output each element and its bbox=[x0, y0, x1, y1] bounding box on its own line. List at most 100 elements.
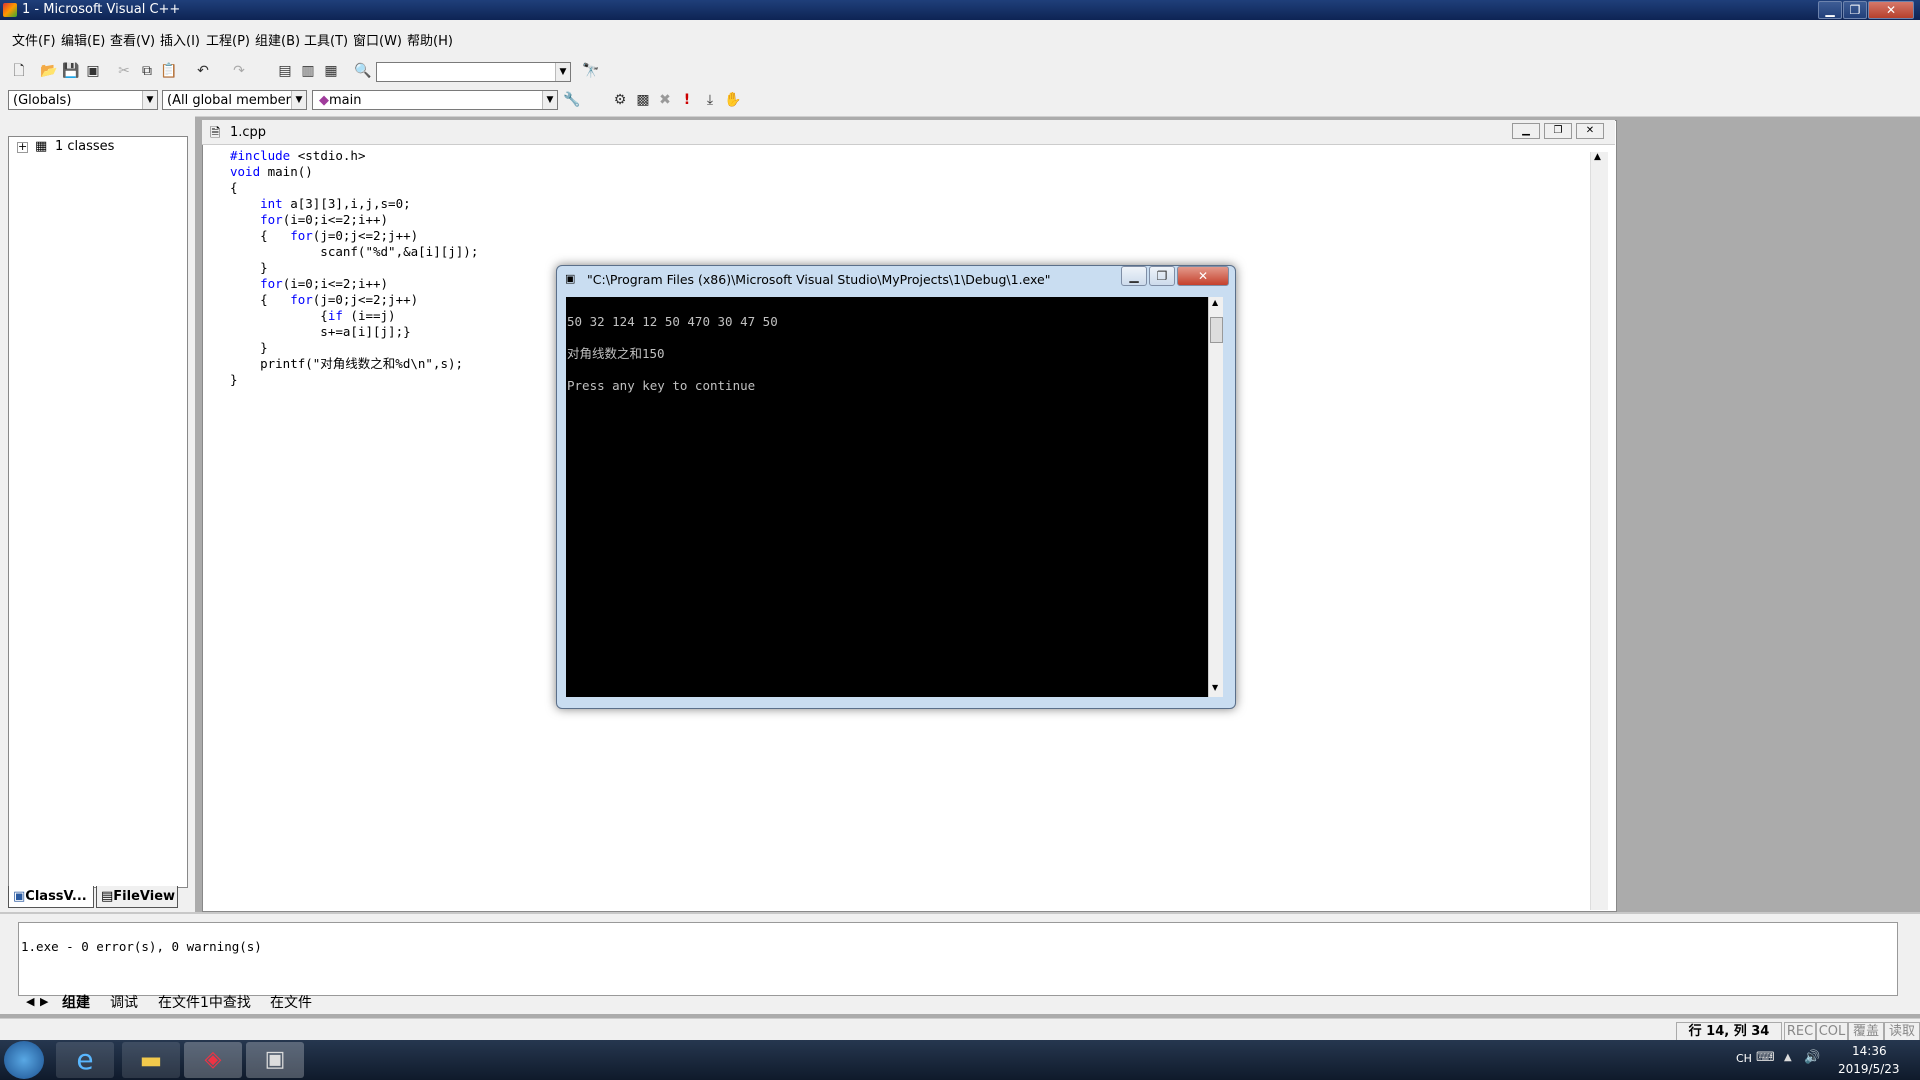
tab-classview[interactable]: ▣ClassV... bbox=[8, 886, 94, 908]
console-task-icon[interactable]: ▣ bbox=[246, 1042, 304, 1078]
tab-fileview[interactable]: ▤FileView bbox=[96, 886, 178, 908]
go-icon[interactable]: ⤓ bbox=[701, 91, 719, 109]
console-minimize-button[interactable]: ▁ bbox=[1121, 266, 1147, 286]
language-indicator[interactable]: CH bbox=[1736, 1052, 1752, 1065]
editor-minimize-button[interactable]: ▁ bbox=[1512, 123, 1540, 139]
tab-scroll-left-icon[interactable]: ◀ bbox=[26, 995, 34, 1008]
new-file-icon[interactable]: 🗋 bbox=[10, 62, 28, 80]
stop-build-icon[interactable]: ✖ bbox=[656, 91, 674, 109]
compile-icon[interactable]: ⚙ bbox=[611, 91, 629, 109]
code-line[interactable]: {if (i==j) bbox=[230, 308, 478, 324]
folder-icon[interactable]: ▬ bbox=[122, 1042, 180, 1078]
tab-classview-label: ClassV... bbox=[25, 889, 87, 904]
tree-root-label[interactable]: 1 classes bbox=[55, 139, 114, 154]
scroll-up-icon[interactable]: ▲ bbox=[1594, 152, 1601, 162]
menu-insert[interactable]: 插入(I) bbox=[160, 30, 200, 49]
code-line[interactable]: { for(j=0;j<=2;j++) bbox=[230, 292, 478, 308]
cut-icon[interactable]: ✂ bbox=[115, 62, 133, 80]
find-icon[interactable]: 🔭 bbox=[582, 62, 600, 80]
code-line[interactable]: } bbox=[230, 372, 478, 388]
menu-project[interactable]: 工程(P) bbox=[206, 30, 250, 49]
console-close-button[interactable]: ✕ bbox=[1177, 266, 1229, 286]
editor-close-button[interactable]: ✕ bbox=[1576, 123, 1604, 139]
code-line[interactable]: scanf("%d",&a[i][j]); bbox=[230, 244, 478, 260]
save-icon[interactable]: 💾 bbox=[62, 62, 80, 80]
output-box[interactable]: 1.exe - 0 error(s), 0 warning(s) bbox=[18, 922, 1898, 996]
console-scrollbar[interactable]: ▲ ▼ bbox=[1208, 297, 1223, 697]
code-line[interactable]: s+=a[i][j];} bbox=[230, 324, 478, 340]
tab-build[interactable]: 组建 bbox=[62, 995, 90, 1011]
chevron-down-icon[interactable]: ▼ bbox=[555, 63, 570, 81]
tray-expand-icon[interactable]: ▲ bbox=[1784, 1052, 1792, 1063]
editor-restore-button[interactable]: ❐ bbox=[1544, 123, 1572, 139]
chevron-down-icon[interactable]: ▼ bbox=[291, 91, 306, 109]
code-line[interactable]: { for(j=0;j<=2;j++) bbox=[230, 228, 478, 244]
tab-find-in-files-1[interactable]: 在文件1中查找 bbox=[158, 995, 251, 1011]
close-button[interactable]: ✕ bbox=[1868, 1, 1914, 19]
menu-window[interactable]: 窗口(W) bbox=[353, 30, 402, 49]
menu-view[interactable]: 查看(V) bbox=[110, 30, 155, 49]
member-combo[interactable]: ◆main ▼ bbox=[312, 90, 558, 110]
console-app-icon: ▣ bbox=[565, 272, 576, 285]
volume-icon[interactable]: 🔊 bbox=[1804, 1050, 1820, 1065]
output-icon[interactable]: ▥ bbox=[299, 62, 317, 80]
menu-edit[interactable]: 编辑(E) bbox=[61, 30, 105, 49]
open-icon[interactable]: 📂 bbox=[40, 62, 58, 80]
expand-icon[interactable]: + bbox=[17, 141, 28, 153]
find-in-files-icon[interactable]: 🔍 bbox=[354, 62, 372, 80]
scroll-up-icon[interactable]: ▲ bbox=[1212, 298, 1218, 307]
restore-button[interactable]: ❐ bbox=[1843, 1, 1867, 19]
code-line[interactable]: for(i=0;i<=2;i++) bbox=[230, 212, 478, 228]
minimize-button[interactable]: ▁ bbox=[1818, 1, 1842, 19]
redo-icon[interactable]: ↷ bbox=[230, 62, 248, 80]
visual-cpp-icon[interactable]: ◈ bbox=[184, 1042, 242, 1078]
clock-time[interactable]: 14:36 bbox=[1852, 1044, 1887, 1058]
menu-build[interactable]: 组建(B) bbox=[255, 30, 300, 49]
readonly-indicator: 读取 bbox=[1884, 1022, 1920, 1042]
menu-file[interactable]: 文件(F) bbox=[12, 30, 56, 49]
code-line[interactable]: #include <stdio.h> bbox=[230, 148, 478, 164]
editor-header: 🗎 1.cpp ▁ ❐ ✕ bbox=[202, 120, 1615, 145]
window-list-icon[interactable]: ▦ bbox=[322, 62, 340, 80]
tab-find-in-files-2[interactable]: 在文件 bbox=[270, 995, 312, 1011]
tab-fileview-label: FileView bbox=[113, 889, 176, 904]
paste-icon[interactable]: 📋 bbox=[160, 62, 178, 80]
editor-scrollbar[interactable]: ▲ bbox=[1590, 152, 1608, 910]
breakpoint-hand-icon[interactable]: ✋ bbox=[724, 91, 742, 109]
menu-help[interactable]: 帮助(H) bbox=[407, 30, 453, 49]
scroll-thumb[interactable] bbox=[1210, 317, 1223, 343]
undo-icon[interactable]: ↶ bbox=[194, 62, 212, 80]
save-all-icon[interactable]: ▣ bbox=[84, 62, 102, 80]
code-line[interactable]: for(i=0;i<=2;i++) bbox=[230, 276, 478, 292]
copy-icon[interactable]: ⧉ bbox=[138, 62, 156, 80]
code-line[interactable]: } bbox=[230, 340, 478, 356]
wizard-action-icon[interactable]: 🔧 bbox=[563, 91, 581, 109]
code-line[interactable]: void main() bbox=[230, 164, 478, 180]
status-bar bbox=[0, 1018, 1920, 1041]
chevron-down-icon[interactable]: ▼ bbox=[542, 91, 557, 109]
console-line: 对角线数之和150 bbox=[567, 346, 665, 361]
code-line[interactable]: { bbox=[230, 180, 478, 196]
start-button[interactable] bbox=[4, 1041, 44, 1079]
keyboard-icon[interactable]: ⌨ bbox=[1756, 1050, 1775, 1065]
menu-tools[interactable]: 工具(T) bbox=[304, 30, 348, 49]
tab-debug[interactable]: 调试 bbox=[110, 995, 138, 1011]
code-line[interactable]: printf("对角线数之和%d\n",s); bbox=[230, 356, 478, 372]
chevron-down-icon[interactable]: ▼ bbox=[142, 91, 157, 109]
class-tree[interactable]: + ▦ 1 classes bbox=[8, 136, 188, 888]
console-restore-button[interactable]: ❐ bbox=[1149, 266, 1175, 286]
filter-combo[interactable]: (All global members ▼ bbox=[162, 90, 307, 110]
execute-icon[interactable]: ! bbox=[678, 91, 696, 109]
clock-date[interactable]: 2019/5/23 bbox=[1838, 1062, 1900, 1076]
build-icon[interactable]: ▩ bbox=[634, 91, 652, 109]
ie-icon[interactable]: e bbox=[56, 1042, 114, 1078]
workspace-icon[interactable]: ▤ bbox=[276, 62, 294, 80]
tab-scroll-right-icon[interactable]: ▶ bbox=[40, 995, 48, 1008]
find-combo[interactable]: ▼ bbox=[376, 62, 571, 82]
code-line[interactable]: int a[3][3],i,j,s=0; bbox=[230, 196, 478, 212]
scroll-down-icon[interactable]: ▼ bbox=[1212, 683, 1218, 692]
code-line[interactable]: } bbox=[230, 260, 478, 276]
class-combo[interactable]: (Globals) ▼ bbox=[8, 90, 158, 110]
fileview-icon: ▤ bbox=[101, 889, 114, 904]
source-code[interactable]: #include <stdio.h> void main(){ int a[3][… bbox=[230, 148, 478, 388]
